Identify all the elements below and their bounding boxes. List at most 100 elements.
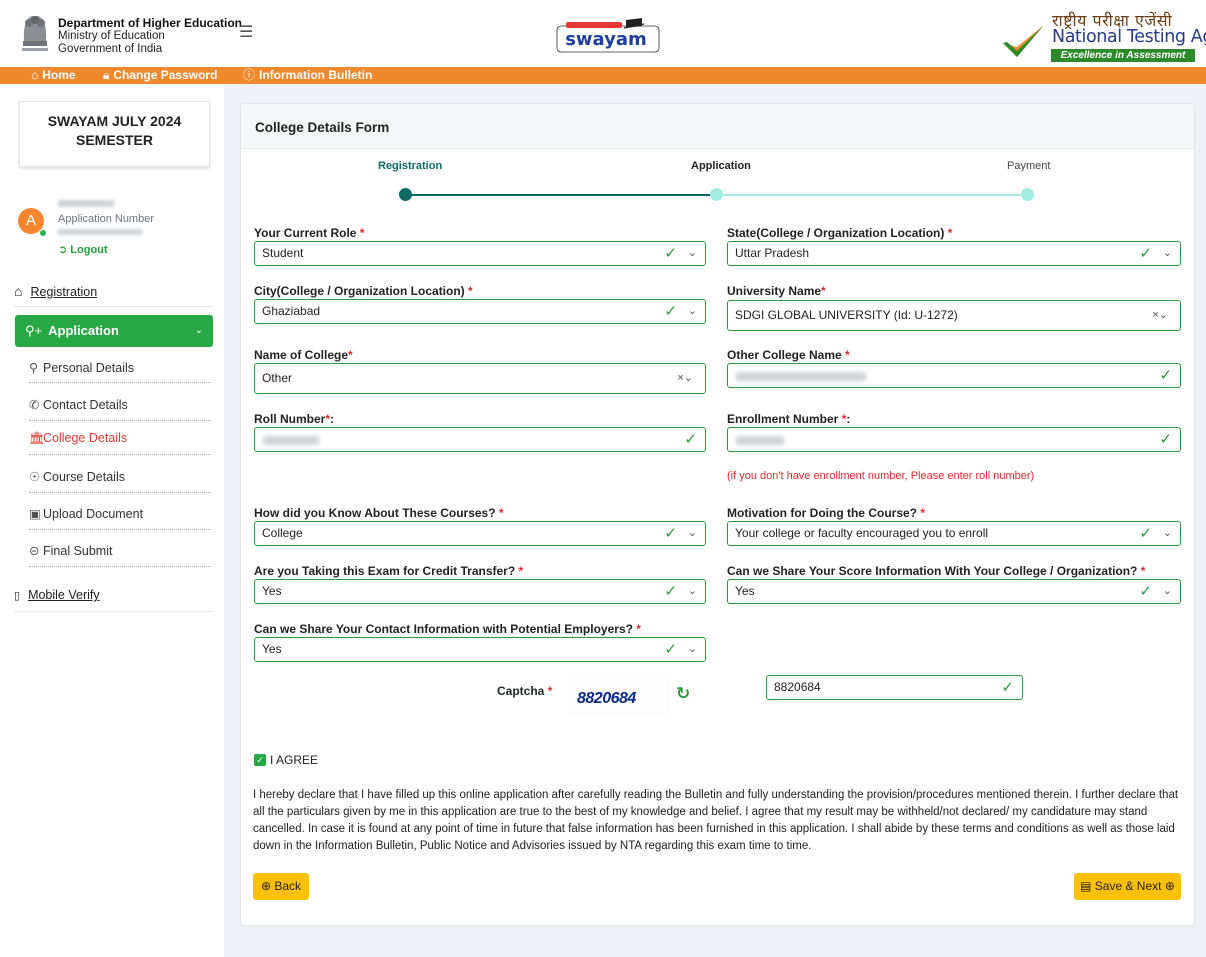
step-registration: Registration bbox=[378, 160, 443, 172]
share-contact-select[interactable]: Yes ✓ ⌄ bbox=[254, 637, 706, 662]
enrollment-number-input[interactable]: ✓ bbox=[727, 427, 1181, 452]
nav-information-bulletin[interactable]: ⓘ Information Bulletin bbox=[243, 68, 372, 83]
nta-english-name: National Testing Agency bbox=[1052, 27, 1206, 47]
refresh-captcha-icon[interactable]: ↻ bbox=[676, 684, 690, 704]
college-label: Name of College* bbox=[254, 348, 353, 362]
sidebar-subitem-upload-document[interactable]: ▣ Upload Document bbox=[29, 506, 211, 521]
swayam-logo: swayam bbox=[556, 18, 660, 53]
chevron-down-icon: ⌄ bbox=[1162, 247, 1172, 259]
sidebar-subitem-college-details[interactable]: 🏛︎College Details bbox=[29, 431, 211, 446]
clear-dropdown-icon[interactable]: ×⌄ bbox=[677, 364, 693, 393]
step-payment: Payment bbox=[1007, 160, 1051, 172]
other-college-input[interactable]: ✓ bbox=[727, 363, 1181, 388]
university-select[interactable]: SDGI GLOBAL UNIVERSITY (Id: U-1272) ×⌄ bbox=[727, 300, 1181, 331]
mobile-icon: ▯ bbox=[14, 590, 21, 602]
valid-check-icon: ✓ bbox=[664, 525, 677, 542]
user-icon: ⚲ bbox=[29, 361, 39, 375]
chevron-down-icon: ⌄ bbox=[687, 527, 697, 539]
blurred-application-number bbox=[58, 229, 142, 235]
valid-check-icon: ✓ bbox=[1139, 245, 1152, 262]
share-score-label: Can we Share Your Score Information With… bbox=[727, 564, 1146, 578]
divider bbox=[29, 382, 211, 383]
nta-checkmark-icon bbox=[1003, 25, 1044, 57]
step-progress-pending bbox=[716, 194, 1028, 196]
lock-icon: 🔒︎ bbox=[103, 68, 110, 82]
valid-check-icon: ✓ bbox=[664, 583, 677, 600]
save-icon: ▤ bbox=[1080, 879, 1092, 893]
step-dot-application bbox=[710, 188, 723, 201]
chevron-down-icon: ⌄ bbox=[687, 585, 697, 597]
motivation-select[interactable]: Your college or faculty encouraged you t… bbox=[727, 521, 1181, 546]
roll-number-input[interactable]: ✓ bbox=[254, 427, 706, 452]
department-block: Department of Higher Education Ministry … bbox=[58, 17, 242, 56]
logout-link[interactable]: ➲ Logout bbox=[58, 243, 108, 256]
agree-checkbox[interactable]: ✓ bbox=[254, 754, 266, 766]
declaration-text: I hereby declare that I have filled up t… bbox=[253, 789, 1179, 852]
valid-check-icon: ✓ bbox=[1159, 367, 1172, 384]
divider bbox=[14, 306, 212, 307]
college-select[interactable]: Other ×⌄ bbox=[254, 363, 706, 394]
credit-transfer-select[interactable]: Yes ✓ ⌄ bbox=[254, 579, 706, 604]
sidebar-subitem-final-submit[interactable]: ⊝ Final Submit bbox=[29, 543, 211, 558]
city-select[interactable]: Ghaziabad ✓ ⌄ bbox=[254, 299, 706, 324]
state-label: State(College / Organization Location) * bbox=[727, 226, 953, 240]
step-progress-done bbox=[406, 194, 716, 196]
check-circle-icon: ⊝ bbox=[29, 544, 40, 558]
next-circle-icon: ⊕ bbox=[1164, 879, 1175, 893]
roll-number-label: Roll Number*: bbox=[254, 412, 335, 426]
motivation-label: Motivation for Doing the Course? * bbox=[727, 506, 926, 520]
know-courses-select[interactable]: College ✓ ⌄ bbox=[254, 521, 706, 546]
online-status-dot bbox=[39, 229, 47, 237]
agree-label: I AGREE bbox=[270, 753, 319, 767]
back-circle-icon: ⊕ bbox=[260, 879, 272, 893]
chevron-down-icon: ⌄ bbox=[687, 305, 697, 317]
save-next-button[interactable]: ▤ Save & Next ⊕ bbox=[1074, 873, 1181, 900]
chevron-down-icon: ⌄ bbox=[1162, 585, 1172, 597]
valid-check-icon: ✓ bbox=[684, 431, 697, 448]
step-dot-payment bbox=[1021, 188, 1034, 201]
form-title: College Details Form bbox=[255, 120, 390, 135]
chevron-down-icon: ⌄ bbox=[1162, 527, 1172, 539]
dept-title: Department of Higher Education bbox=[58, 16, 243, 30]
credit-transfer-label: Are you Taking this Exam for Credit Tran… bbox=[254, 564, 524, 578]
back-button[interactable]: ⊕ Back bbox=[253, 873, 309, 900]
state-select[interactable]: Uttar Pradesh ✓ ⌄ bbox=[727, 241, 1181, 266]
step-application: Application bbox=[691, 160, 751, 172]
sidebar-item-registration[interactable]: ⌂ Registration bbox=[14, 283, 212, 299]
university-label: University Name* bbox=[727, 284, 826, 298]
clear-dropdown-icon[interactable]: ×⌄ bbox=[1152, 301, 1168, 330]
semester-card: SWAYAM JULY 2024 SEMESTER bbox=[19, 101, 210, 167]
divider bbox=[29, 420, 211, 421]
bulb-icon: ☉ bbox=[29, 470, 41, 484]
hamburger-menu-icon[interactable]: ☰ bbox=[239, 25, 253, 41]
sidebar-item-application[interactable]: ⚲+ Application ⌄ bbox=[15, 315, 213, 347]
nav-change-password[interactable]: 🔒︎ Change Password bbox=[103, 68, 217, 83]
dept-ministry: Ministry of Education bbox=[58, 30, 165, 42]
divider bbox=[29, 492, 211, 493]
nav-home[interactable]: ⌂ Home bbox=[31, 68, 76, 83]
share-score-select[interactable]: Yes ✓ ⌄ bbox=[727, 579, 1181, 604]
upload-icon: ▣ bbox=[29, 507, 41, 521]
chevron-down-icon: ⌄ bbox=[687, 247, 697, 259]
current-role-select[interactable]: Student ✓ ⌄ bbox=[254, 241, 706, 266]
national-emblem-icon bbox=[18, 11, 52, 55]
dept-government: Government of India bbox=[58, 43, 163, 55]
institution-icon: 🏛︎ bbox=[29, 431, 45, 445]
sidebar-subitem-contact-details[interactable]: ✆ Contact Details bbox=[29, 397, 211, 412]
blurred-value bbox=[263, 436, 319, 445]
sidebar-item-mobile-verify[interactable]: ▯ Mobile Verify bbox=[14, 588, 212, 602]
other-college-label: Other College Name * bbox=[727, 348, 850, 362]
chevron-down-icon: ⌄ bbox=[194, 325, 203, 336]
valid-check-icon: ✓ bbox=[1139, 583, 1152, 600]
share-contact-label: Can we Share Your Contact Information wi… bbox=[254, 622, 641, 636]
captcha-input[interactable]: 8820684 ✓ bbox=[766, 675, 1023, 700]
logout-icon: ➲ bbox=[58, 244, 71, 256]
home-icon: ⌂ bbox=[31, 68, 39, 82]
sidebar-subitem-personal-details[interactable]: ⚲ Personal Details bbox=[29, 360, 211, 375]
nta-logo: राष्ट्रीय परीक्षा एजेंसी National Testin… bbox=[1000, 7, 1206, 63]
blurred-value bbox=[736, 436, 784, 445]
step-dot-registration bbox=[399, 188, 412, 201]
valid-check-icon: ✓ bbox=[1139, 525, 1152, 542]
sidebar-subitem-course-details[interactable]: ☉ Course Details bbox=[29, 469, 211, 484]
nta-tagline: Excellence in Assessment bbox=[1051, 49, 1195, 62]
